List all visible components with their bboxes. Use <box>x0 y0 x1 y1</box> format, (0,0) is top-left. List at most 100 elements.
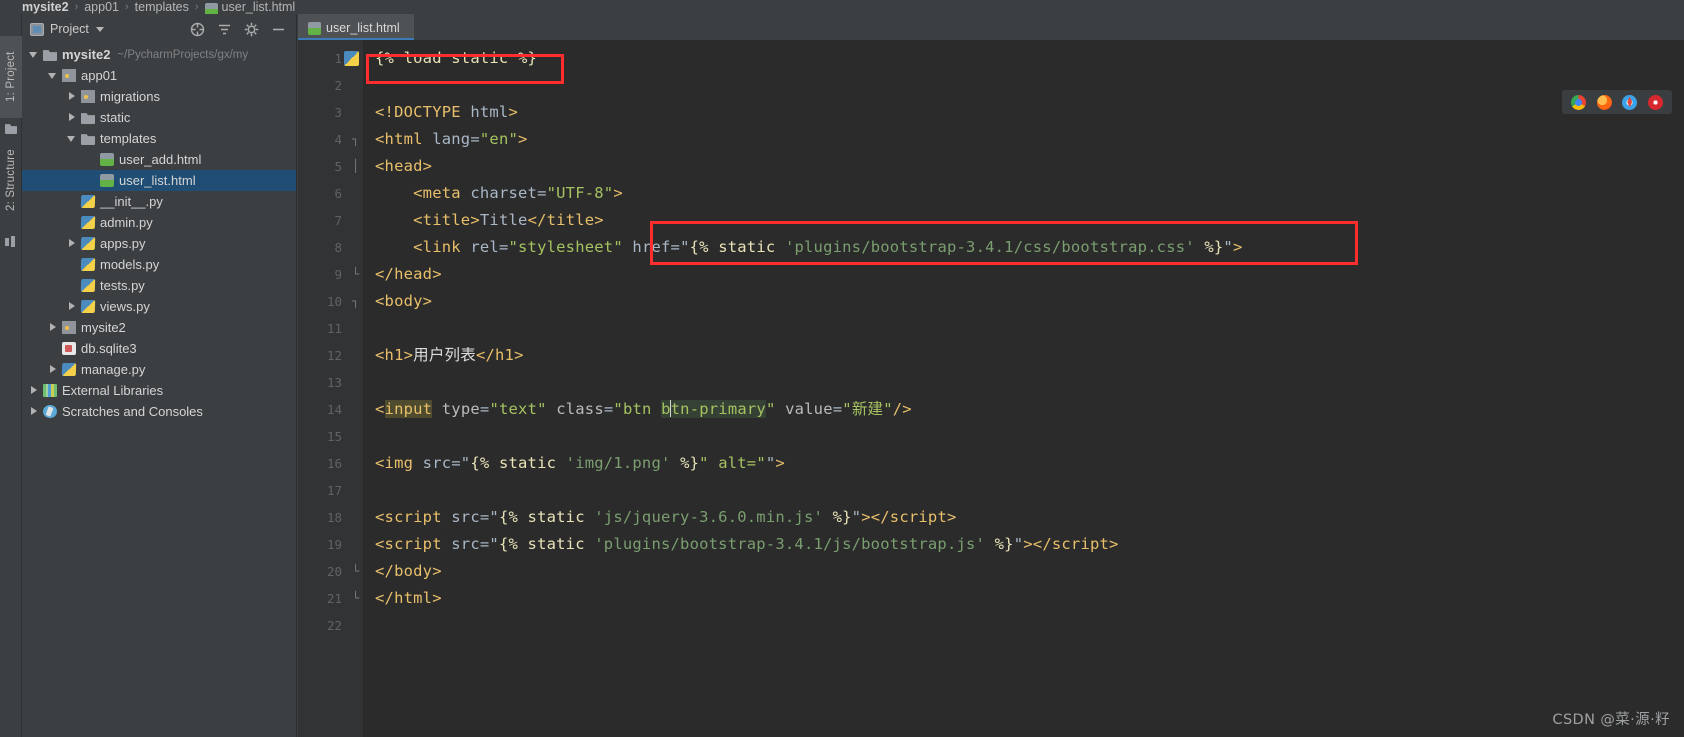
folder-src-icon <box>81 90 95 103</box>
tree-item-mysite2[interactable]: mysite2 ~/PycharmProjects/gx/my <box>22 44 296 65</box>
chevron-right-icon[interactable] <box>30 407 39 416</box>
code-fold-marker[interactable]: ┐ <box>352 126 361 153</box>
chevron-right-icon[interactable] <box>68 113 77 122</box>
tree-item-label: app01 <box>81 68 118 83</box>
tree-item-user-list-html[interactable]: user_list.html <box>22 170 296 191</box>
tree-item-app01[interactable]: app01 <box>22 65 296 86</box>
breadcrumb-item-templates[interactable]: templates <box>135 0 189 14</box>
breadcrumb: mysite2 › app01 › templates › user_list.… <box>0 0 1684 14</box>
code-line-3[interactable]: <!DOCTYPE html> <box>375 99 518 126</box>
code-fold-marker[interactable]: └ <box>352 558 361 585</box>
chevron-down-icon[interactable] <box>67 134 77 143</box>
chevron-right-icon[interactable] <box>30 386 39 395</box>
tree-item-static[interactable]: static <box>22 107 296 128</box>
tree-item-models-py[interactable]: models.py <box>22 254 296 275</box>
tool-tab-project[interactable]: 1: Project <box>0 36 22 118</box>
tree-item-scratches-and-consoles[interactable]: Scratches and Consoles <box>22 401 296 422</box>
code-line-8[interactable]: <link rel="stylesheet" href="{% static '… <box>375 234 1243 261</box>
code-line-6[interactable]: <meta charset="UTF-8"> <box>375 180 623 207</box>
line-number: 14 <box>326 402 342 417</box>
tree-item--init-py[interactable]: __init__.py <box>22 191 296 212</box>
tree-item-label: Scratches and Consoles <box>62 404 203 419</box>
tree-item-apps-py[interactable]: apps.py <box>22 233 296 254</box>
code-line-4[interactable]: <html lang="en"> <box>375 126 528 153</box>
firefox-icon[interactable] <box>1596 94 1612 110</box>
editor-tab-user-list[interactable]: user_list.html <box>298 14 414 40</box>
tree-item-label: manage.py <box>81 362 146 377</box>
line-number: 22 <box>326 618 342 633</box>
project-tree[interactable]: mysite2 ~/PycharmProjects/gx/my app01 migra… <box>22 44 296 737</box>
line-number: 3 <box>334 105 342 120</box>
code-fold-marker[interactable]: └ <box>352 261 361 288</box>
opera-icon[interactable] <box>1647 94 1663 110</box>
code-line-14[interactable]: <input type="text" class="btn btn-primar… <box>375 396 912 423</box>
tree-item-label: views.py <box>100 299 150 314</box>
chevron-right-icon[interactable] <box>68 239 77 248</box>
chevron-down-icon[interactable] <box>29 50 39 59</box>
html-file-icon <box>308 21 321 35</box>
line-number: 11 <box>326 321 342 336</box>
editor-tab-label: user_list.html <box>326 21 400 35</box>
breadcrumb-item-project[interactable]: mysite2 <box>22 0 69 14</box>
run-configuration-icon[interactable] <box>344 51 359 66</box>
safari-icon[interactable] <box>1622 94 1638 110</box>
chevron-right-icon[interactable] <box>68 302 77 311</box>
breadcrumb-item-app[interactable]: app01 <box>84 0 119 14</box>
gear-icon[interactable] <box>244 22 259 37</box>
py-icon <box>80 258 96 271</box>
chevron-right-icon[interactable] <box>68 92 77 101</box>
code-line-5[interactable]: <head> <box>375 153 432 180</box>
line-number: 17 <box>326 483 342 498</box>
project-window-icon <box>30 22 44 36</box>
code-line-18[interactable]: <script src="{% static 'js/jquery-3.6.0.… <box>375 504 957 531</box>
tree-item-db-sqlite3[interactable]: db.sqlite3 <box>22 338 296 359</box>
code-viewport[interactable]: 1 2 3 4 5 6 7 8 9 10 11 12 13 14 15 16 17 18 19 20 21 22 ┐ │ └ ┐ └… <box>298 40 1684 737</box>
tool-tab-structure[interactable]: 2: Structure <box>0 132 22 228</box>
tree-item-external-libraries[interactable]: External Libraries <box>22 380 296 401</box>
chevron-right-icon[interactable] <box>49 365 58 374</box>
py-icon <box>80 300 96 313</box>
browser-launcher-bar[interactable] <box>1562 90 1672 114</box>
chrome-icon[interactable] <box>1571 94 1587 110</box>
code-line-16[interactable]: <img src="{% static 'img/1.png' %}" alt=… <box>375 450 785 477</box>
code-fold-marker[interactable]: ┐ <box>352 288 361 315</box>
code-line-20[interactable]: </body> <box>375 558 442 585</box>
code-line-9[interactable]: </head> <box>375 261 442 288</box>
tree-item-label: migrations <box>100 89 160 104</box>
breadcrumb-item-file[interactable]: user_list.html <box>222 0 296 14</box>
line-number: 20 <box>326 564 342 579</box>
tree-item-mysite2[interactable]: mysite2 <box>22 317 296 338</box>
tree-item-admin-py[interactable]: admin.py <box>22 212 296 233</box>
code-fold-marker[interactable]: │ <box>352 153 361 180</box>
code-line-10[interactable]: <body> <box>375 288 432 315</box>
tree-item-path-hint: ~/PycharmProjects/gx/my <box>117 48 249 61</box>
py-icon <box>80 195 96 208</box>
tree-item-user-add-html[interactable]: user_add.html <box>22 149 296 170</box>
collapse-all-icon[interactable] <box>190 22 205 37</box>
chevron-down-icon[interactable] <box>48 71 58 80</box>
py-icon <box>80 279 96 292</box>
code-line-19[interactable]: <script src="{% static 'plugins/bootstra… <box>375 531 1119 558</box>
html-file-icon <box>204 2 218 14</box>
hide-panel-icon[interactable] <box>271 22 286 37</box>
chevron-right-icon[interactable] <box>49 323 58 332</box>
code-line-21[interactable]: </html> <box>375 585 442 612</box>
tree-item-templates[interactable]: templates <box>22 128 296 149</box>
tree-item-manage-py[interactable]: manage.py <box>22 359 296 380</box>
code-line-12[interactable]: <h1>用户列表</h1> <box>375 342 524 369</box>
tree-item-views-py[interactable]: views.py <box>22 296 296 317</box>
code-fold-marker[interactable]: └ <box>352 585 361 612</box>
code-line-7[interactable]: <title>Title</title> <box>375 207 604 234</box>
chevron-down-icon[interactable] <box>95 26 104 32</box>
code-content[interactable]: {% load static %} <!DOCTYPE html> <html la… <box>363 40 1684 737</box>
code-line-1[interactable]: {% load static %} <box>375 45 537 72</box>
tree-item-migrations[interactable]: migrations <box>22 86 296 107</box>
line-number: 5 <box>334 159 342 174</box>
tree-item-tests-py[interactable]: tests.py <box>22 275 296 296</box>
structure-tool-icon <box>5 236 17 248</box>
editor-scrollbar[interactable] <box>1672 80 1684 737</box>
py-icon <box>80 237 96 250</box>
sort-icon[interactable] <box>217 22 232 37</box>
